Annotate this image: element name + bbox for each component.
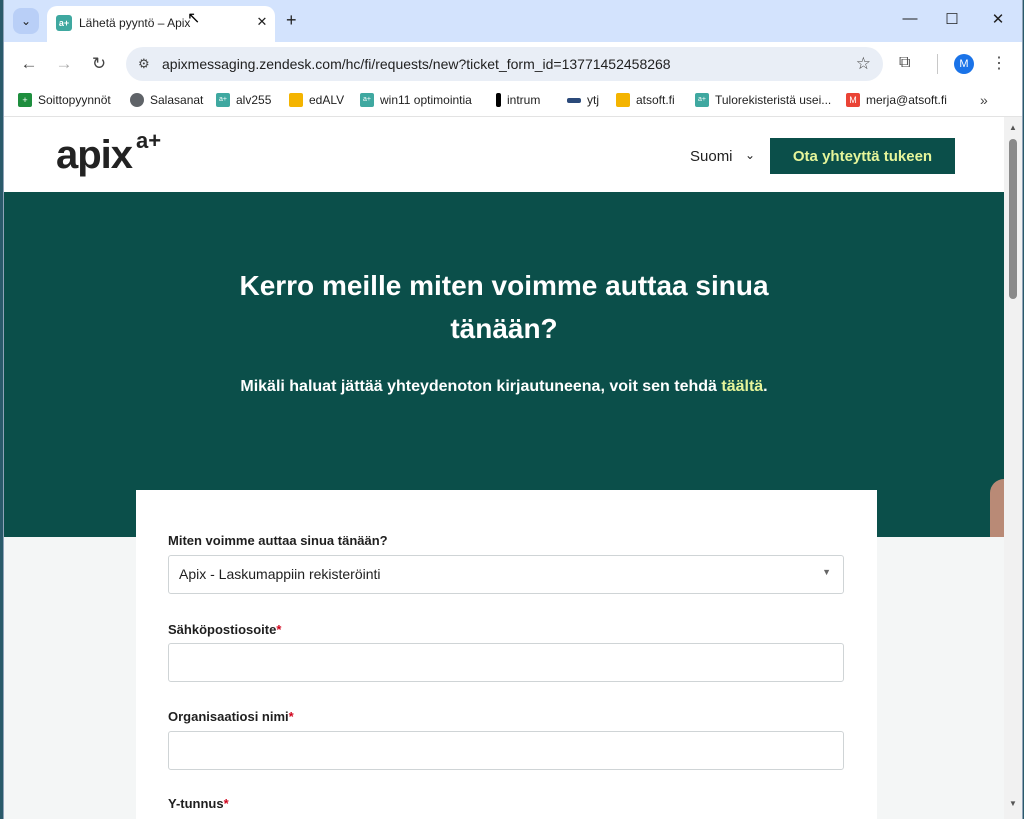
web-page: apix a+ Suomi ⌄ Ota yhteyttä tukeen Kerr… — [4, 117, 1004, 819]
sheets-icon: + — [18, 93, 32, 107]
tab-search-button[interactable]: ⌄ — [13, 8, 39, 34]
bookmark-item[interactable]: edALV — [289, 93, 344, 107]
apix-icon: a+ — [360, 93, 374, 107]
lock-icon — [616, 93, 630, 107]
new-tab-button[interactable]: + — [286, 10, 297, 31]
hero-decoration — [990, 479, 1004, 537]
topic-label: Miten voimme auttaa sinua tänään? — [168, 533, 388, 548]
bookmark-label: atsoft.fi — [636, 93, 675, 107]
gmail-icon: M — [846, 93, 860, 107]
toolbar-divider — [937, 54, 938, 74]
hero-subtitle-text: Mikäli haluat jättää yhteydenoton kirjau… — [240, 378, 722, 395]
bookmark-label: Salasanat — [150, 93, 204, 107]
ytj-icon — [567, 97, 581, 103]
chevron-down-icon[interactable]: ⌄ — [745, 148, 755, 162]
bookmark-item[interactable]: + Soittopyynnöt — [18, 93, 111, 107]
tab-title: Lähetä pyyntö – Apix — [79, 16, 191, 30]
chevron-down-icon: ⌄ — [20, 14, 32, 28]
ytunnus-label-text: Y-tunnus — [168, 796, 224, 811]
tab-active[interactable]: a+ Lähetä pyyntö – Apix ✕ — [47, 6, 275, 42]
bookmark-item[interactable]: intrum — [496, 93, 540, 107]
browser-window: ⌄ a+ Lähetä pyyntö – Apix ✕ + — ☐ ✕ ← → … — [3, 0, 1023, 819]
bookmark-item[interactable]: Mmerja@atsoft.fi — [846, 93, 947, 107]
bookmark-item[interactable]: a+ alv255 — [216, 93, 271, 107]
ytunnus-label: Y-tunnus* — [168, 796, 229, 811]
minimize-icon[interactable]: — — [898, 10, 922, 27]
topic-select-value: Apix - Laskumappiin rekisteröinti — [179, 566, 381, 582]
close-icon[interactable]: ✕ — [253, 14, 271, 30]
hero-banner: Kerro meille miten voimme auttaa sinua t… — [4, 192, 1004, 537]
bookmark-item[interactable]: Salasanat — [130, 93, 203, 107]
tab-strip: ⌄ a+ Lähetä pyyntö – Apix ✕ + — ☐ ✕ — [4, 0, 1022, 42]
forward-arrow-icon[interactable]: → — [53, 54, 75, 74]
reload-icon[interactable]: ↻ — [88, 54, 110, 74]
back-arrow-icon[interactable]: ← — [18, 54, 40, 74]
bookmark-label: edALV — [309, 93, 345, 107]
language-selector[interactable]: Suomi — [690, 148, 733, 165]
logged-in-link[interactable]: täältä — [721, 378, 763, 395]
bookmark-label: Tulorekisteristä usei... — [715, 93, 832, 107]
bookmark-label: Soittopyynnöt — [38, 93, 111, 107]
apix-logo[interactable]: apix — [56, 133, 133, 178]
organization-field[interactable] — [168, 731, 844, 770]
contact-support-button[interactable]: Ota yhteyttä tukeen — [770, 138, 955, 174]
bookmarks-bar: + Soittopyynnöt Salasanat a+ alv255 edALV … — [4, 86, 1022, 117]
address-bar[interactable]: ⚙ apixmessaging.zendesk.com/hc/fi/reques… — [126, 47, 883, 81]
request-form: Miten voimme auttaa sinua tänään? Apix -… — [136, 490, 877, 819]
page-scrollbar[interactable]: ▲ ▼ — [1004, 117, 1022, 819]
maximize-icon[interactable]: ☐ — [940, 10, 964, 28]
bookmark-item[interactable]: a+ Tulorekisteristä usei... — [695, 93, 831, 107]
bookmark-item[interactable]: ytj — [567, 93, 599, 107]
bookmark-label: intrum — [507, 93, 541, 107]
apix-icon: a+ — [695, 93, 709, 107]
bookmark-item[interactable]: atsoft.fi — [616, 93, 675, 107]
email-label-text: Sähköpostiosoite — [168, 622, 277, 637]
url-text[interactable]: apixmessaging.zendesk.com/hc/fi/requests… — [162, 56, 671, 72]
required-mark: * — [288, 709, 294, 724]
bookmark-star-icon[interactable]: ☆ — [856, 54, 871, 74]
email-label: Sähköpostiosoite* — [168, 622, 281, 637]
scroll-up-arrow-icon[interactable]: ▲ — [1009, 123, 1017, 132]
apix-favicon-icon: a+ — [56, 15, 72, 31]
extensions-puzzle-icon[interactable]: ⧉ — [899, 54, 910, 72]
bookmark-label: merja@atsoft.fi — [866, 93, 947, 107]
lock-icon — [289, 93, 303, 107]
apix-icon: a+ — [216, 93, 230, 107]
bookmark-label: alv255 — [236, 93, 272, 107]
more-menu-icon[interactable]: ⋮ — [991, 53, 1007, 73]
scroll-thumb[interactable] — [1009, 139, 1017, 299]
caret-down-icon: ▼ — [822, 567, 831, 577]
required-mark: * — [223, 796, 229, 811]
organization-label: Organisaatiosi nimi* — [168, 709, 294, 724]
globe-icon — [130, 93, 144, 107]
site-info-icon[interactable]: ⚙ — [138, 56, 150, 72]
intrum-icon — [496, 93, 501, 107]
scroll-down-arrow-icon[interactable]: ▼ — [1009, 799, 1017, 808]
profile-avatar[interactable]: M — [954, 54, 974, 74]
organization-label-text: Organisaatiosi nimi — [168, 709, 289, 724]
browser-toolbar: ← → ↻ ⚙ apixmessaging.zendesk.com/hc/fi/… — [4, 42, 1022, 86]
hero-title: Kerro meille miten voimme auttaa sinua t… — [239, 270, 769, 344]
bookmark-label: win11 optimointia — [380, 93, 472, 107]
topic-select[interactable]: Apix - Laskumappiin rekisteröinti ▼ — [168, 555, 844, 594]
site-header: apix a+ Suomi ⌄ Ota yhteyttä tukeen — [4, 117, 1004, 192]
bookmark-item[interactable]: a+ win11 optimointia — [360, 93, 472, 107]
apix-logo-sup: a+ — [136, 128, 162, 153]
hero-subtitle: Mikäli haluat jättää yhteydenoton kirjau… — [104, 378, 904, 396]
bookmark-label: ytj — [587, 93, 599, 107]
mouse-cursor-icon: ↖ — [187, 10, 201, 27]
email-field[interactable] — [168, 643, 844, 682]
hero-subtitle-suffix: . — [763, 378, 768, 395]
chevron-double-right-icon[interactable]: » — [980, 92, 988, 108]
close-window-icon[interactable]: ✕ — [986, 10, 1010, 28]
required-mark: * — [276, 622, 282, 637]
